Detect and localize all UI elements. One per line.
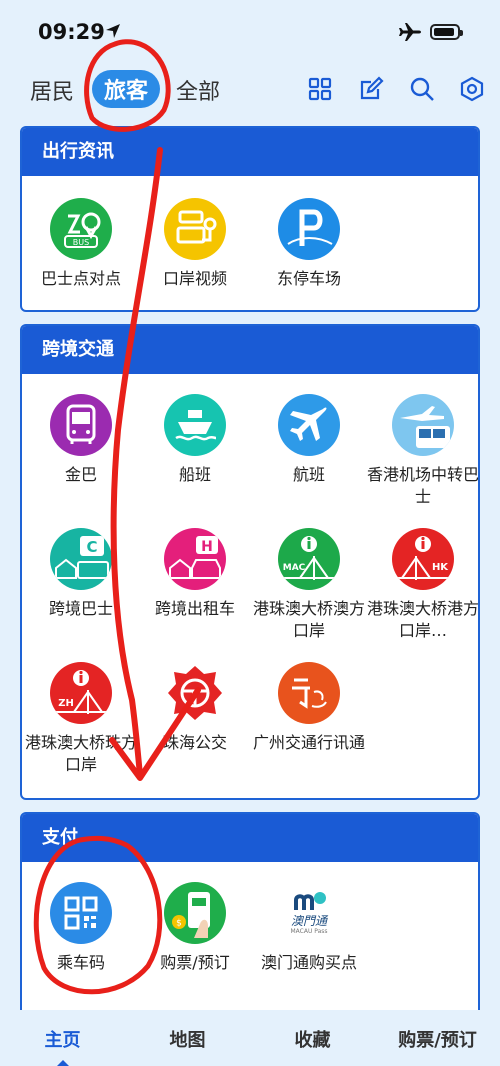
item-label: 口岸视频 — [162, 269, 227, 288]
macau-pass-logo-sub: MACAU Pass — [290, 928, 328, 935]
item-bus-p2p[interactable]: BUS 巴士点对点 — [24, 198, 138, 290]
item-ferry[interactable]: 船班 — [138, 394, 252, 486]
status-time: 09:29 — [38, 20, 105, 44]
item-label: 金巴 — [64, 465, 97, 484]
bridge-macau-icon: MAC — [278, 528, 340, 590]
tab-home[interactable]: 主页 — [0, 1026, 125, 1052]
mode-switch-bar: 居民 旅客 全部 — [0, 68, 500, 112]
item-hzmb-zhuhai[interactable]: ZH 港珠澳大桥珠方口岸 — [24, 662, 138, 776]
status-bar: 09:29 — [0, 0, 500, 64]
mode-traveler[interactable]: 旅客 — [92, 70, 161, 108]
mode-resident[interactable]: 居民 — [30, 74, 74, 106]
settings-icon[interactable] — [457, 74, 487, 104]
item-label: 东停车场 — [276, 269, 341, 288]
ferry-icon — [164, 394, 226, 456]
item-hzmb-hk[interactable]: HK 港珠澳大桥港方口岸… — [366, 528, 479, 642]
item-label: 巴士点对点 — [40, 269, 121, 288]
svg-text:C: C — [86, 538, 97, 556]
item-port-video[interactable]: 口岸视频 — [138, 198, 252, 290]
item-macau-pass[interactable]: 澳門通 MACAU Pass 澳门通购买点 — [252, 882, 366, 974]
item-label: 广州交通行讯通 — [252, 733, 365, 752]
item-east-parking[interactable]: 东停车场 — [252, 198, 366, 290]
guangzhou-traffic-icon — [278, 662, 340, 724]
section-cross-border: 跨境交通 金巴 船班 航班 香港机场中转巴士 C 跨境巴士 H 跨境出租车 MA… — [20, 324, 480, 800]
crossborder-bus-icon: C — [50, 528, 112, 590]
airplane-mode-icon — [398, 22, 422, 46]
active-tab-indicator — [57, 1060, 69, 1066]
item-label: 珠海公交 — [162, 733, 227, 752]
gold-bus-icon — [50, 394, 112, 456]
macau-pass-logo-text: 澳門通 — [290, 914, 327, 928]
item-tickets[interactable]: $ 购票/预订 — [138, 882, 252, 974]
grid-icon[interactable] — [305, 74, 335, 104]
item-label: 澳门通购买点 — [260, 953, 357, 972]
port-camera-icon — [164, 198, 226, 260]
item-hk-airport-bus[interactable]: 香港机场中转巴士 — [366, 394, 479, 508]
battery-icon — [430, 24, 463, 40]
item-gold-bus[interactable]: 金巴 — [24, 394, 138, 486]
item-ride-qr[interactable]: 乘车码 — [24, 882, 138, 974]
item-label: 跨境出租车 — [154, 599, 235, 618]
tab-favorites[interactable]: 收藏 — [250, 1026, 375, 1052]
item-label: 航班 — [292, 465, 325, 484]
bus-stop-icon: BUS — [50, 198, 112, 260]
airport-bus-icon — [392, 394, 454, 456]
section-title: 支付 — [22, 814, 478, 862]
edit-icon[interactable] — [356, 74, 386, 104]
zhuhai-bus-icon — [164, 662, 226, 724]
bridge-hk-icon: HK — [392, 528, 454, 590]
item-label: 港珠澳大桥港方口岸… — [366, 599, 479, 640]
section-title: 跨境交通 — [22, 326, 478, 374]
search-icon[interactable] — [407, 74, 437, 104]
airplane-icon — [278, 394, 340, 456]
tab-tickets[interactable]: 购票/预订 — [375, 1026, 500, 1052]
item-guangzhou-traffic[interactable]: 广州交通行讯通 — [252, 662, 366, 754]
svg-text:MAC: MAC — [283, 563, 306, 573]
section-title: 出行资讯 — [22, 128, 478, 176]
item-hzmb-macau[interactable]: MAC 港珠澳大桥澳方口岸 — [252, 528, 366, 642]
tab-map[interactable]: 地图 — [125, 1026, 250, 1052]
item-label: 跨境巴士 — [48, 599, 113, 618]
svg-text:$: $ — [176, 919, 182, 929]
macau-pass-icon: 澳門通 MACAU Pass — [278, 882, 340, 944]
item-label: 船班 — [178, 465, 211, 484]
taxi-icon: H — [164, 528, 226, 590]
item-label: 乘车码 — [56, 953, 105, 972]
item-label: 港珠澳大桥澳方口岸 — [252, 599, 365, 640]
ticket-icon: $ — [164, 882, 226, 944]
section-payment: 支付 乘车码 $ 购票/预订 澳門通 MACAU Pass 澳门通购买点 — [20, 812, 480, 1042]
svg-text:BUS: BUS — [73, 238, 89, 247]
qr-code-icon — [50, 882, 112, 944]
item-flights[interactable]: 航班 — [252, 394, 366, 486]
svg-text:ZH: ZH — [58, 698, 74, 709]
bottom-tab-bar: 主页 地图 收藏 购票/预订 — [0, 1010, 500, 1066]
bridge-zhuhai-icon: ZH — [50, 662, 112, 724]
location-arrow-icon — [104, 22, 122, 44]
item-zhuhai-bus[interactable]: 珠海公交 — [138, 662, 252, 754]
svg-text:H: H — [201, 539, 213, 555]
section-travel-info: 出行资讯 BUS 巴士点对点 口岸视频 东停车场 — [20, 126, 480, 312]
item-crossborder-bus[interactable]: C 跨境巴士 — [24, 528, 138, 620]
item-label: 香港机场中转巴士 — [366, 465, 479, 506]
item-label: 购票/预订 — [160, 953, 230, 972]
item-label: 港珠澳大桥珠方口岸 — [24, 733, 137, 774]
mode-all[interactable]: 全部 — [176, 74, 220, 106]
item-crossborder-taxi[interactable]: H 跨境出租车 — [138, 528, 252, 620]
parking-icon — [278, 198, 340, 260]
svg-text:HK: HK — [432, 562, 449, 573]
